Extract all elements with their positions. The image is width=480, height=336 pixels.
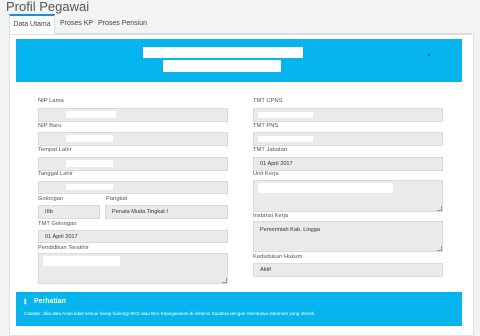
golongan-label: Golongan: [38, 196, 64, 202]
nip-lama-label: NIP Lama: [38, 98, 64, 104]
tmt-jabatan-field[interactable]: 01 April 2017: [253, 157, 443, 171]
nip-lama-redaction: [66, 111, 116, 118]
pangkat-field[interactable]: Penata Muda Tingkat I: [105, 205, 228, 219]
tmt-jabatan-label: TMT Jabatan: [253, 147, 288, 153]
tempat-lahir-label: Tempat Lahir: [38, 147, 72, 153]
nip-baru-redaction: [66, 135, 113, 142]
golongan-field[interactable]: IIIb: [38, 205, 100, 219]
unit-kerja-label: Unit Kerja: [253, 171, 279, 177]
notice-box: [16, 292, 462, 326]
tmt-cpns-label: TMT CPNS: [253, 98, 283, 104]
instansi-kerja-textarea[interactable]: Pemerintah Kab. Lingga: [253, 221, 443, 252]
resize-grip-icon[interactable]: [222, 278, 227, 283]
resize-grip-icon[interactable]: [437, 206, 442, 211]
page-title: Profil Pegawai: [6, 0, 90, 14]
tmt-golongan-label: TMT Golongan: [38, 221, 77, 227]
unit-kerja-redaction: [258, 183, 393, 193]
notice-text: Catatan: Jika data Anda tidak sesuai har…: [24, 311, 316, 316]
pendidikan-redaction: [43, 256, 120, 266]
tmt-cpns-redaction: [258, 112, 313, 118]
pendidikan-terakhir-label: Pendidikan Terakhir: [38, 245, 89, 251]
pangkat-label: Pangkat: [106, 196, 128, 202]
tab-bar: Data Utama Proses KP Proses Pensiun: [9, 14, 472, 34]
kedudukan-hukum-field[interactable]: Aktif: [253, 263, 443, 277]
notice-title: Perhatian: [34, 298, 66, 305]
tab-proses-pensiun[interactable]: Proses Pensiun: [98, 14, 147, 33]
resize-grip-icon[interactable]: [437, 246, 442, 251]
tab-data-utama[interactable]: Data Utama: [9, 14, 55, 34]
banner-marker: [428, 54, 430, 56]
tab-proses-kp[interactable]: Proses KP: [60, 14, 93, 33]
tmt-golongan-field[interactable]: 01 April 2017: [38, 230, 228, 243]
tanggal-lahir-label: Tanggal Lahir: [38, 171, 73, 177]
kedudukan-hukum-label: Kedudukan Hukum: [253, 254, 303, 260]
info-icon: ℹ: [24, 299, 27, 306]
tmt-pns-redaction: [258, 136, 313, 142]
instansi-kerja-label: Instansi Kerja: [253, 213, 289, 219]
nip-baru-label: NIP Baru: [38, 123, 62, 129]
employee-position-redacted: [163, 60, 281, 72]
tempat-lahir-redaction: [66, 160, 113, 167]
tmt-pns-label: TMT PNS: [253, 123, 279, 129]
employee-name-redacted: [143, 47, 303, 58]
tanggal-lahir-redaction: [66, 184, 113, 190]
